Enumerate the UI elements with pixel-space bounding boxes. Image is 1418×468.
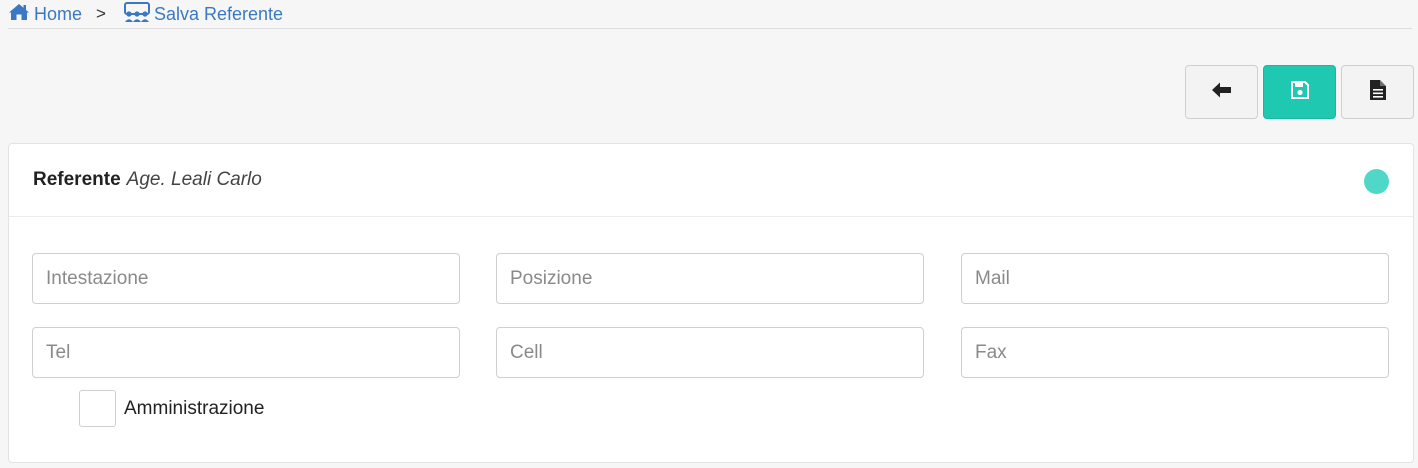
breadcrumb: Home > Salva Referente — [8, 1, 284, 27]
document-icon — [1369, 79, 1386, 105]
fax-input[interactable] — [961, 327, 1389, 378]
tel-input[interactable] — [32, 327, 460, 378]
arrow-left-icon — [1211, 82, 1232, 103]
intestazione-input[interactable] — [32, 253, 460, 304]
save-button[interactable] — [1263, 65, 1336, 119]
breadcrumb-current-label: Salva Referente — [153, 3, 284, 24]
breadcrumb-divider — [8, 28, 1412, 29]
breadcrumb-separator: > — [96, 4, 106, 23]
toolbar — [1185, 65, 1414, 119]
card-title-name: Age. Leali Carlo — [126, 169, 262, 190]
floppy-disk-icon — [1290, 80, 1309, 104]
cell-input[interactable] — [496, 327, 924, 378]
breadcrumb-current-link[interactable]: Salva Referente — [123, 1, 284, 27]
card-header: Referente Age. Leali Carlo — [9, 144, 1413, 217]
back-button[interactable] — [1185, 65, 1258, 119]
users-icon — [123, 1, 150, 27]
mail-input[interactable] — [961, 253, 1389, 304]
referente-card: Referente Age. Leali Carlo Amministrazio… — [8, 143, 1414, 463]
document-button[interactable] — [1341, 65, 1414, 119]
breadcrumb-home-label: Home — [34, 3, 83, 24]
posizione-input[interactable] — [496, 253, 924, 304]
card-title-label: Referente — [33, 169, 121, 190]
amministrazione-option: Amministrazione — [79, 390, 264, 427]
status-indicator — [1364, 169, 1389, 194]
amministrazione-checkbox[interactable] — [79, 390, 116, 427]
home-icon — [8, 3, 30, 26]
amministrazione-label[interactable]: Amministrazione — [124, 398, 264, 420]
breadcrumb-home-link[interactable]: Home — [8, 3, 82, 26]
